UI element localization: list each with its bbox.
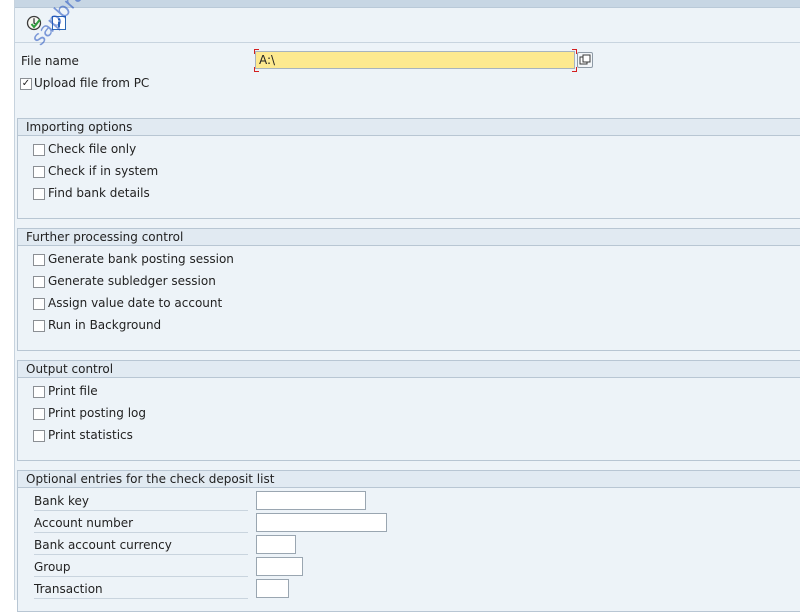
bank-account-currency-label: Bank account currency	[34, 535, 248, 555]
print-file-checkbox[interactable]	[33, 386, 45, 398]
importing-options-group: Importing options Check file only Check …	[17, 118, 800, 219]
bank-key-label: Bank key	[34, 491, 248, 511]
print-posting-log-label: Print posting log	[48, 406, 146, 420]
execute-button[interactable]	[25, 14, 43, 32]
find-bank-details-label: Find bank details	[48, 186, 150, 200]
find-bank-details-checkbox[interactable]	[33, 188, 45, 200]
print-file-label: Print file	[48, 384, 98, 398]
assign-value-date-checkbox[interactable]	[33, 298, 45, 310]
account-number-label: Account number	[34, 513, 248, 533]
bank-key-input[interactable]	[256, 491, 366, 510]
selection-screen: File name ✓ Upload file from PC Importin…	[14, 0, 800, 612]
title-bar	[15, 0, 800, 8]
group-input[interactable]	[256, 557, 303, 576]
print-statistics-label: Print statistics	[48, 428, 133, 442]
required-marker	[572, 67, 577, 72]
account-number-input[interactable]	[256, 513, 387, 532]
group-title: Output control	[18, 361, 800, 378]
generate-subledger-checkbox[interactable]	[33, 276, 45, 288]
required-marker	[254, 49, 259, 54]
check-if-in-system-label: Check if in system	[48, 164, 159, 178]
group-title: Optional entries for the check deposit l…	[18, 471, 800, 488]
optional-entries-group: Optional entries for the check deposit l…	[17, 470, 800, 612]
check-file-only-label: Check file only	[48, 142, 137, 156]
assign-value-date-label: Assign value date to account	[48, 296, 223, 310]
upload-from-pc-label: Upload file from PC	[34, 76, 150, 90]
group-title: Further processing control	[18, 229, 800, 246]
generate-subledger-label: Generate subledger session	[48, 274, 216, 288]
generate-bank-posting-checkbox[interactable]	[33, 254, 45, 266]
generate-bank-posting-label: Generate bank posting session	[48, 252, 234, 266]
copy-icon	[579, 54, 591, 65]
output-control-group: Output control Print file Print posting …	[17, 360, 800, 461]
transaction-label: Transaction	[34, 579, 248, 599]
value-help-button[interactable]	[577, 52, 593, 68]
transaction-input[interactable]	[256, 579, 289, 598]
run-in-background-label: Run in Background	[48, 318, 162, 332]
group-label: Group	[34, 557, 248, 577]
run-in-background-checkbox[interactable]	[33, 320, 45, 332]
info-button[interactable]	[50, 14, 68, 32]
checkmark-icon: ✓	[21, 78, 31, 89]
print-statistics-checkbox[interactable]	[33, 430, 45, 442]
file-name-input[interactable]	[255, 51, 575, 69]
check-file-only-checkbox[interactable]	[33, 144, 45, 156]
execute-icon	[26, 15, 42, 31]
upload-from-pc-checkbox[interactable]: ✓	[20, 78, 32, 90]
required-marker	[254, 67, 259, 72]
file-name-label: File name	[21, 54, 79, 68]
further-processing-group: Further processing control Generate bank…	[17, 228, 800, 351]
group-title: Importing options	[18, 119, 800, 136]
check-if-in-system-checkbox[interactable]	[33, 166, 45, 178]
application-toolbar	[15, 8, 800, 43]
info-icon	[52, 16, 66, 30]
bank-account-currency-input[interactable]	[256, 535, 296, 554]
print-posting-log-checkbox[interactable]	[33, 408, 45, 420]
